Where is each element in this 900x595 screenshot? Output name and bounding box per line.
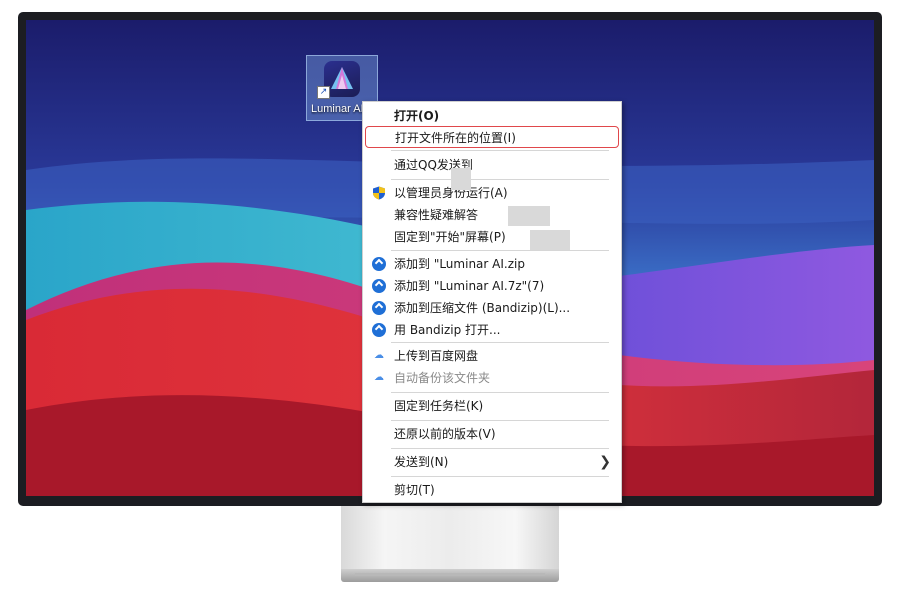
chevron-right-icon: ❯ — [599, 454, 611, 470]
context-menu: 打开(O) 打开文件所在的位置(I) 通过QQ发送到 以管理员身份运行(A) 兼… — [362, 101, 622, 503]
menu-separator — [391, 179, 609, 180]
menu-item-send-via-qq[interactable]: 通过QQ发送到 — [363, 154, 621, 176]
menu-item-run-as-admin[interactable]: 以管理员身份运行(A) — [363, 182, 621, 204]
shortcut-arrow-icon: ↗ — [317, 86, 330, 99]
bandizip-icon — [372, 257, 386, 271]
menu-item-restore-versions[interactable]: 还原以前的版本(V) — [363, 423, 621, 445]
uac-shield-icon — [373, 186, 385, 200]
redaction-blur — [530, 230, 570, 250]
menu-separator — [391, 150, 609, 151]
menu-item-open-file-location[interactable]: 打开文件所在的位置(I) — [365, 126, 619, 148]
menu-separator — [391, 250, 609, 251]
menu-item-open[interactable]: 打开(O) — [363, 105, 621, 127]
menu-item-add-to-zip[interactable]: 添加到 "Luminar AI.zip — [363, 253, 621, 275]
menu-separator — [391, 420, 609, 421]
redaction-blur — [451, 168, 471, 190]
redaction-blur — [508, 206, 550, 226]
bandizip-icon — [372, 323, 386, 337]
baidu-cloud-icon: ☁ — [374, 372, 384, 383]
menu-item-pin-to-taskbar[interactable]: 固定到任务栏(K) — [363, 395, 621, 417]
menu-item-cut[interactable]: 剪切(T) — [363, 479, 621, 501]
baidu-cloud-icon: ☁ — [374, 350, 384, 361]
menu-item-add-to-archive[interactable]: 添加到压缩文件 (Bandizip)(L)... — [363, 297, 621, 319]
menu-item-auto-backup[interactable]: ☁ 自动备份该文件夹 — [363, 367, 621, 389]
menu-separator — [391, 448, 609, 449]
menu-item-upload-baidu[interactable]: ☁ 上传到百度网盘 — [363, 345, 621, 367]
menu-separator — [391, 476, 609, 477]
menu-item-compatibility[interactable]: 兼容性疑难解答 — [363, 204, 621, 226]
menu-item-pin-to-start[interactable]: 固定到"开始"屏幕(P) — [363, 226, 621, 248]
bandizip-icon — [372, 279, 386, 293]
menu-item-add-to-7z[interactable]: 添加到 "Luminar AI.7z"(7) — [363, 275, 621, 297]
monitor-stand-base — [341, 569, 559, 582]
menu-separator — [391, 392, 609, 393]
menu-item-open-with-bandizip[interactable]: 用 Bandizip 打开... — [363, 319, 621, 341]
menu-item-send-to[interactable]: 发送到(N) ❯ — [363, 451, 621, 473]
bandizip-icon — [372, 301, 386, 315]
menu-separator — [391, 342, 609, 343]
monitor-stand — [341, 506, 559, 576]
